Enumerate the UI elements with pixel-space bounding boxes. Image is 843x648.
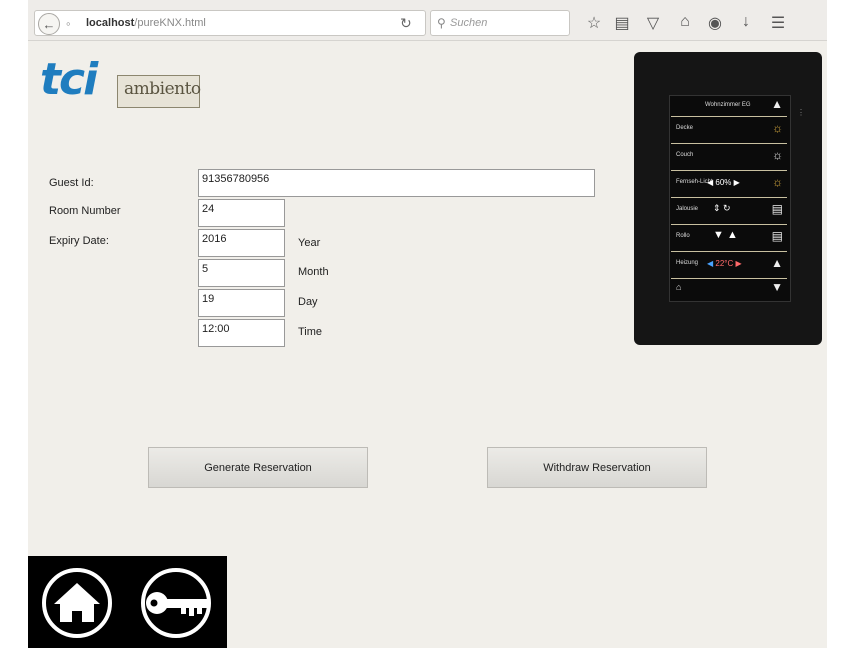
year-input[interactable]: 2016	[198, 229, 285, 257]
home-icon[interactable]: ⌂	[675, 13, 695, 31]
panel-side-mark: ⋮	[797, 108, 805, 117]
day-input[interactable]: 19	[198, 289, 285, 317]
site-info-icon[interactable]: ◦	[66, 16, 71, 31]
lamp-icon: ☼	[772, 175, 783, 189]
bookmark-star-icon[interactable]: ☆	[584, 13, 604, 33]
logo-ambiento: ambiento	[124, 79, 201, 99]
room-number-label: Room Number	[49, 205, 121, 217]
home-nav-button[interactable]	[32, 567, 122, 639]
panel-row-heizung: Heizung ◀ 22°C ▶ ▲	[671, 252, 787, 279]
panel-row-jalousie: Jalousie ⇕ ↻ ▤	[671, 198, 787, 225]
blind-icon: ▤	[771, 202, 783, 216]
thermometer-icon: ▲	[771, 256, 783, 270]
panel-header-row: Wohnzimmer EG ▲	[671, 96, 787, 117]
guest-id-input[interactable]: 91356780956	[198, 169, 595, 197]
lamp-icon: ☼	[772, 121, 783, 135]
heating-control: ◀ 22°C ▶	[707, 259, 742, 268]
panel-row-label: Jalousie	[676, 206, 699, 212]
pocket-icon[interactable]: ▽	[643, 13, 663, 33]
withdraw-reservation-button[interactable]: Withdraw Reservation	[487, 447, 707, 488]
reading-list-icon[interactable]: ▤	[612, 13, 632, 33]
url-path: /pureKNX.html	[134, 17, 206, 29]
heating-value: 22°C	[715, 259, 734, 268]
url-host: localhost	[86, 17, 135, 29]
panel-row-couch: Couch ☼	[671, 144, 787, 171]
guest-id-label: Guest Id:	[49, 177, 94, 189]
window-edge	[827, 0, 843, 648]
jalousie-arrows-icon: ⇕ ↻	[713, 203, 731, 213]
download-icon[interactable]: ↓	[736, 13, 756, 31]
panel-row-fernseh: Fernseh-Licht ◀ 60% ▶ ☼	[671, 171, 787, 198]
dimmer-control: ◀ 60% ▶	[707, 178, 740, 187]
rollo-arrows-icon: ▼ ▲	[713, 229, 738, 241]
back-button[interactable]: ←	[38, 13, 60, 35]
time-label: Time	[298, 326, 323, 338]
lamp-icon: ☼	[772, 148, 783, 162]
room-number-input[interactable]: 24	[198, 199, 285, 227]
dimmer-value: 60%	[715, 178, 732, 187]
year-label: Year	[298, 237, 321, 249]
generate-reservation-button[interactable]: Generate Reservation	[148, 447, 368, 488]
logo-tci: tci	[40, 54, 98, 105]
down-arrow-icon: ▼	[771, 280, 783, 294]
reload-icon[interactable]: ↻	[400, 15, 412, 32]
search-placeholder[interactable]: Suchen	[450, 17, 487, 29]
chat-icon[interactable]: ◉	[705, 13, 725, 33]
panel-row-decke: Decke ☼	[671, 117, 787, 144]
panel-header: Wohnzimmer EG	[705, 102, 751, 108]
month-label: Month	[298, 266, 329, 278]
back-arrow-icon: ←	[42, 16, 56, 32]
key-nav-button[interactable]	[131, 567, 221, 639]
time-input[interactable]: 12:00	[198, 319, 285, 347]
panel-footer-row: ⌂ ▼	[671, 279, 787, 297]
panel-row-label: Rollo	[676, 233, 690, 239]
expiry-date-label: Expiry Date:	[49, 235, 109, 247]
panel-row-label: Heizung	[676, 260, 699, 266]
url-text[interactable]: localhost/pureKNX.html	[86, 17, 206, 29]
panel-row-rollo: Rollo ▼ ▲ ▤	[671, 225, 787, 252]
panel-row-label: Couch	[676, 152, 694, 158]
search-icon: ⚲	[437, 16, 446, 30]
up-arrow-icon: ▲	[771, 97, 783, 111]
panel-row-label: Decke	[676, 125, 694, 131]
month-input[interactable]: 5	[198, 259, 285, 287]
home-nav-icon	[54, 583, 100, 622]
panel-home-icon: ⌂	[676, 282, 682, 292]
menu-icon[interactable]: ☰	[768, 13, 788, 33]
day-label: Day	[298, 296, 318, 308]
blind-icon: ▤	[771, 229, 783, 243]
